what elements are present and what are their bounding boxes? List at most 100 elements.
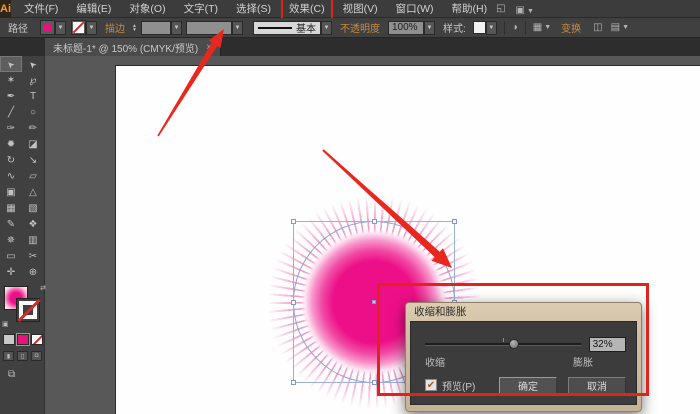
tool-magic-wand[interactable]: ✶ <box>0 72 22 88</box>
tool-selection[interactable]: ➤ <box>0 56 22 72</box>
gradient-button[interactable] <box>16 333 30 346</box>
pencil-tool-icon: ✏ <box>28 122 38 134</box>
tool-hand[interactable]: ✛ <box>0 264 22 280</box>
width-profile-dropdown[interactable]: ▼ <box>231 20 243 35</box>
selection-handle[interactable] <box>291 300 296 305</box>
chevron-down-icon: ▼ <box>622 24 630 31</box>
percent-value-field[interactable]: 32% <box>588 336 626 352</box>
fill-color-dropdown[interactable]: ▼ <box>55 20 66 35</box>
stroke-ring-icon <box>19 301 37 319</box>
selection-handle[interactable] <box>452 219 457 224</box>
opacity-dropdown[interactable]: ▼ <box>423 20 435 35</box>
dialog-body: 32% 收缩 膨胀 ✔ 预览(P) 确定 取消 <box>410 321 637 405</box>
menu-item-1[interactable]: 文件(F) <box>18 0 64 18</box>
ok-button[interactable]: 确定 <box>499 376 557 394</box>
menu-right-icons: ◱ ▣ ▼ <box>496 0 534 18</box>
tool-line-segment[interactable]: ╱ <box>0 104 22 120</box>
tools-panel: ➤ ➤ ✶ ℘ ✒ T ╱ ○ ✑ ✏ ✹ ◪ ↻ ↘ ∿ ▱ ▣ △ ▦ ▧ ✎ ❖ ✵ ▥ ▭ ✂ ✛ ⊕ ⇄ ▣ ▮ ▯ ◘ ⧉ <box>0 56 46 414</box>
tool-gradient[interactable]: ▧ <box>22 200 44 216</box>
none-button[interactable] <box>31 334 43 345</box>
tool-artboard[interactable]: ▭ <box>0 248 22 264</box>
menu-item-8[interactable]: 窗口(W) <box>390 0 440 18</box>
menu-item-6[interactable]: 效果(C) <box>281 0 333 20</box>
default-fill-stroke-icon[interactable]: ▣ <box>2 320 9 328</box>
menu-item-2[interactable]: 编辑(E) <box>70 0 117 18</box>
pucker-bloat-slider-handle[interactable] <box>508 338 519 349</box>
selection-handle[interactable] <box>291 380 296 385</box>
tool-pen[interactable]: ✒ <box>0 88 22 104</box>
tool-shape-builder[interactable]: ▣ <box>0 184 22 200</box>
pen-tool-icon: ✒ <box>6 90 16 102</box>
draw-inside-button[interactable]: ◘ <box>31 351 42 361</box>
document-setup-sphere-icon[interactable]: ◑ <box>512 22 518 33</box>
width-profile-field[interactable] <box>185 20 232 35</box>
arrange-icon[interactable]: ◫ <box>593 22 602 33</box>
tool-pencil[interactable]: ✏ <box>22 120 44 136</box>
draw-normal-button[interactable]: ▮ <box>3 351 14 361</box>
menu-item-9[interactable]: 帮助(H) <box>446 0 494 18</box>
selection-handle[interactable] <box>291 219 296 224</box>
screen-mode-icon[interactable]: ⧉ <box>8 369 44 380</box>
selection-handle[interactable] <box>372 380 377 385</box>
tool-eraser[interactable]: ◪ <box>22 136 44 152</box>
stroke-weight-field[interactable] <box>140 20 171 35</box>
dialog-title[interactable]: 收缩和膨胀 <box>406 303 641 320</box>
tool-zoom[interactable]: ⊕ <box>22 264 44 280</box>
tool-lasso[interactable]: ℘ <box>22 72 44 88</box>
opacity-field[interactable]: 100% <box>387 20 424 35</box>
transform-link[interactable]: 变换 <box>561 20 581 35</box>
cancel-button[interactable]: 取消 <box>568 376 626 394</box>
tool-mesh[interactable]: ▦ <box>0 200 22 216</box>
tool-type[interactable]: T <box>22 88 44 104</box>
tool-scale[interactable]: ↘ <box>22 152 44 168</box>
tool-slice[interactable]: ✂ <box>22 248 44 264</box>
brush-stroke-preview-icon <box>257 26 292 29</box>
zoom-tool-icon: ⊕ <box>28 266 38 278</box>
tool-blend[interactable]: ❖ <box>22 216 44 232</box>
menu-item-7[interactable]: 视图(V) <box>337 0 384 18</box>
close-tab-icon[interactable]: × <box>206 42 212 53</box>
stroke-color-swatch[interactable] <box>71 20 86 35</box>
color-button[interactable] <box>3 334 15 345</box>
center-anchor-point <box>372 300 376 304</box>
tool-column-graph[interactable]: ▥ <box>22 232 44 248</box>
tool-symbol-sprayer[interactable]: ✵ <box>0 232 22 248</box>
swap-fill-stroke-icon[interactable]: ⇄ <box>40 284 46 292</box>
selection-tool-icon: ➤ <box>4 58 17 71</box>
tool-paintbrush[interactable]: ✑ <box>0 120 22 136</box>
tool-free-transform[interactable]: ▱ <box>22 168 44 184</box>
selection-handle[interactable] <box>372 219 377 224</box>
stroke-weight-stepper[interactable]: ▲ ▼ <box>132 23 137 32</box>
tool-blob-brush[interactable]: ✹ <box>0 136 22 152</box>
chevron-down-icon: ▼ <box>526 7 534 15</box>
tool-perspective-grid[interactable]: △ <box>22 184 44 200</box>
style-swatch[interactable] <box>472 21 486 34</box>
workspace-switcher[interactable]: ▣ ▼ <box>516 0 534 18</box>
tool-ellipse[interactable]: ○ <box>22 104 44 120</box>
tool-direct-selection[interactable]: ➤ <box>22 56 44 72</box>
stroke-link[interactable]: 描边 <box>105 20 125 35</box>
pucker-bloat-slider[interactable] <box>425 337 581 349</box>
draw-behind-button[interactable]: ▯ <box>17 351 28 361</box>
menu-item-4[interactable]: 文字(T) <box>178 0 224 18</box>
menu-item-5[interactable]: 选择(S) <box>230 0 277 18</box>
divider <box>524 20 526 35</box>
tool-rotate[interactable]: ↻ <box>0 152 22 168</box>
preferences-grid-icon[interactable]: ▦ <box>533 22 542 33</box>
stroke-proxy-swatch[interactable] <box>16 298 40 322</box>
arrange-documents-icon[interactable]: ◱ <box>496 3 505 14</box>
panel-options-icon[interactable]: ▤ <box>611 22 620 33</box>
tool-eyedropper[interactable]: ✎ <box>0 216 22 232</box>
opacity-link[interactable]: 不透明度 <box>340 20 380 35</box>
style-dropdown[interactable]: ▼ <box>485 20 497 35</box>
document-tab[interactable]: 未标题-1* @ 150% (CMYK/预览) × <box>45 38 222 56</box>
stroke-weight-dropdown[interactable]: ▼ <box>170 20 182 35</box>
control-bar: 路径 ▼ ▼ 描边 ▲ ▼ ▼ ▼ 基本 ▼ 不透明度 100% ▼ 样式: ▼ … <box>0 18 700 38</box>
menu-item-3[interactable]: 对象(O) <box>123 0 171 18</box>
tool-width[interactable]: ∿ <box>0 168 22 184</box>
preview-checkbox[interactable]: ✔ <box>425 379 437 391</box>
brush-definition-dropdown[interactable]: ▼ <box>320 20 332 35</box>
fill-color-swatch[interactable] <box>40 20 55 35</box>
stroke-color-dropdown[interactable]: ▼ <box>86 20 97 35</box>
brush-definition-field[interactable]: 基本 <box>252 20 321 35</box>
